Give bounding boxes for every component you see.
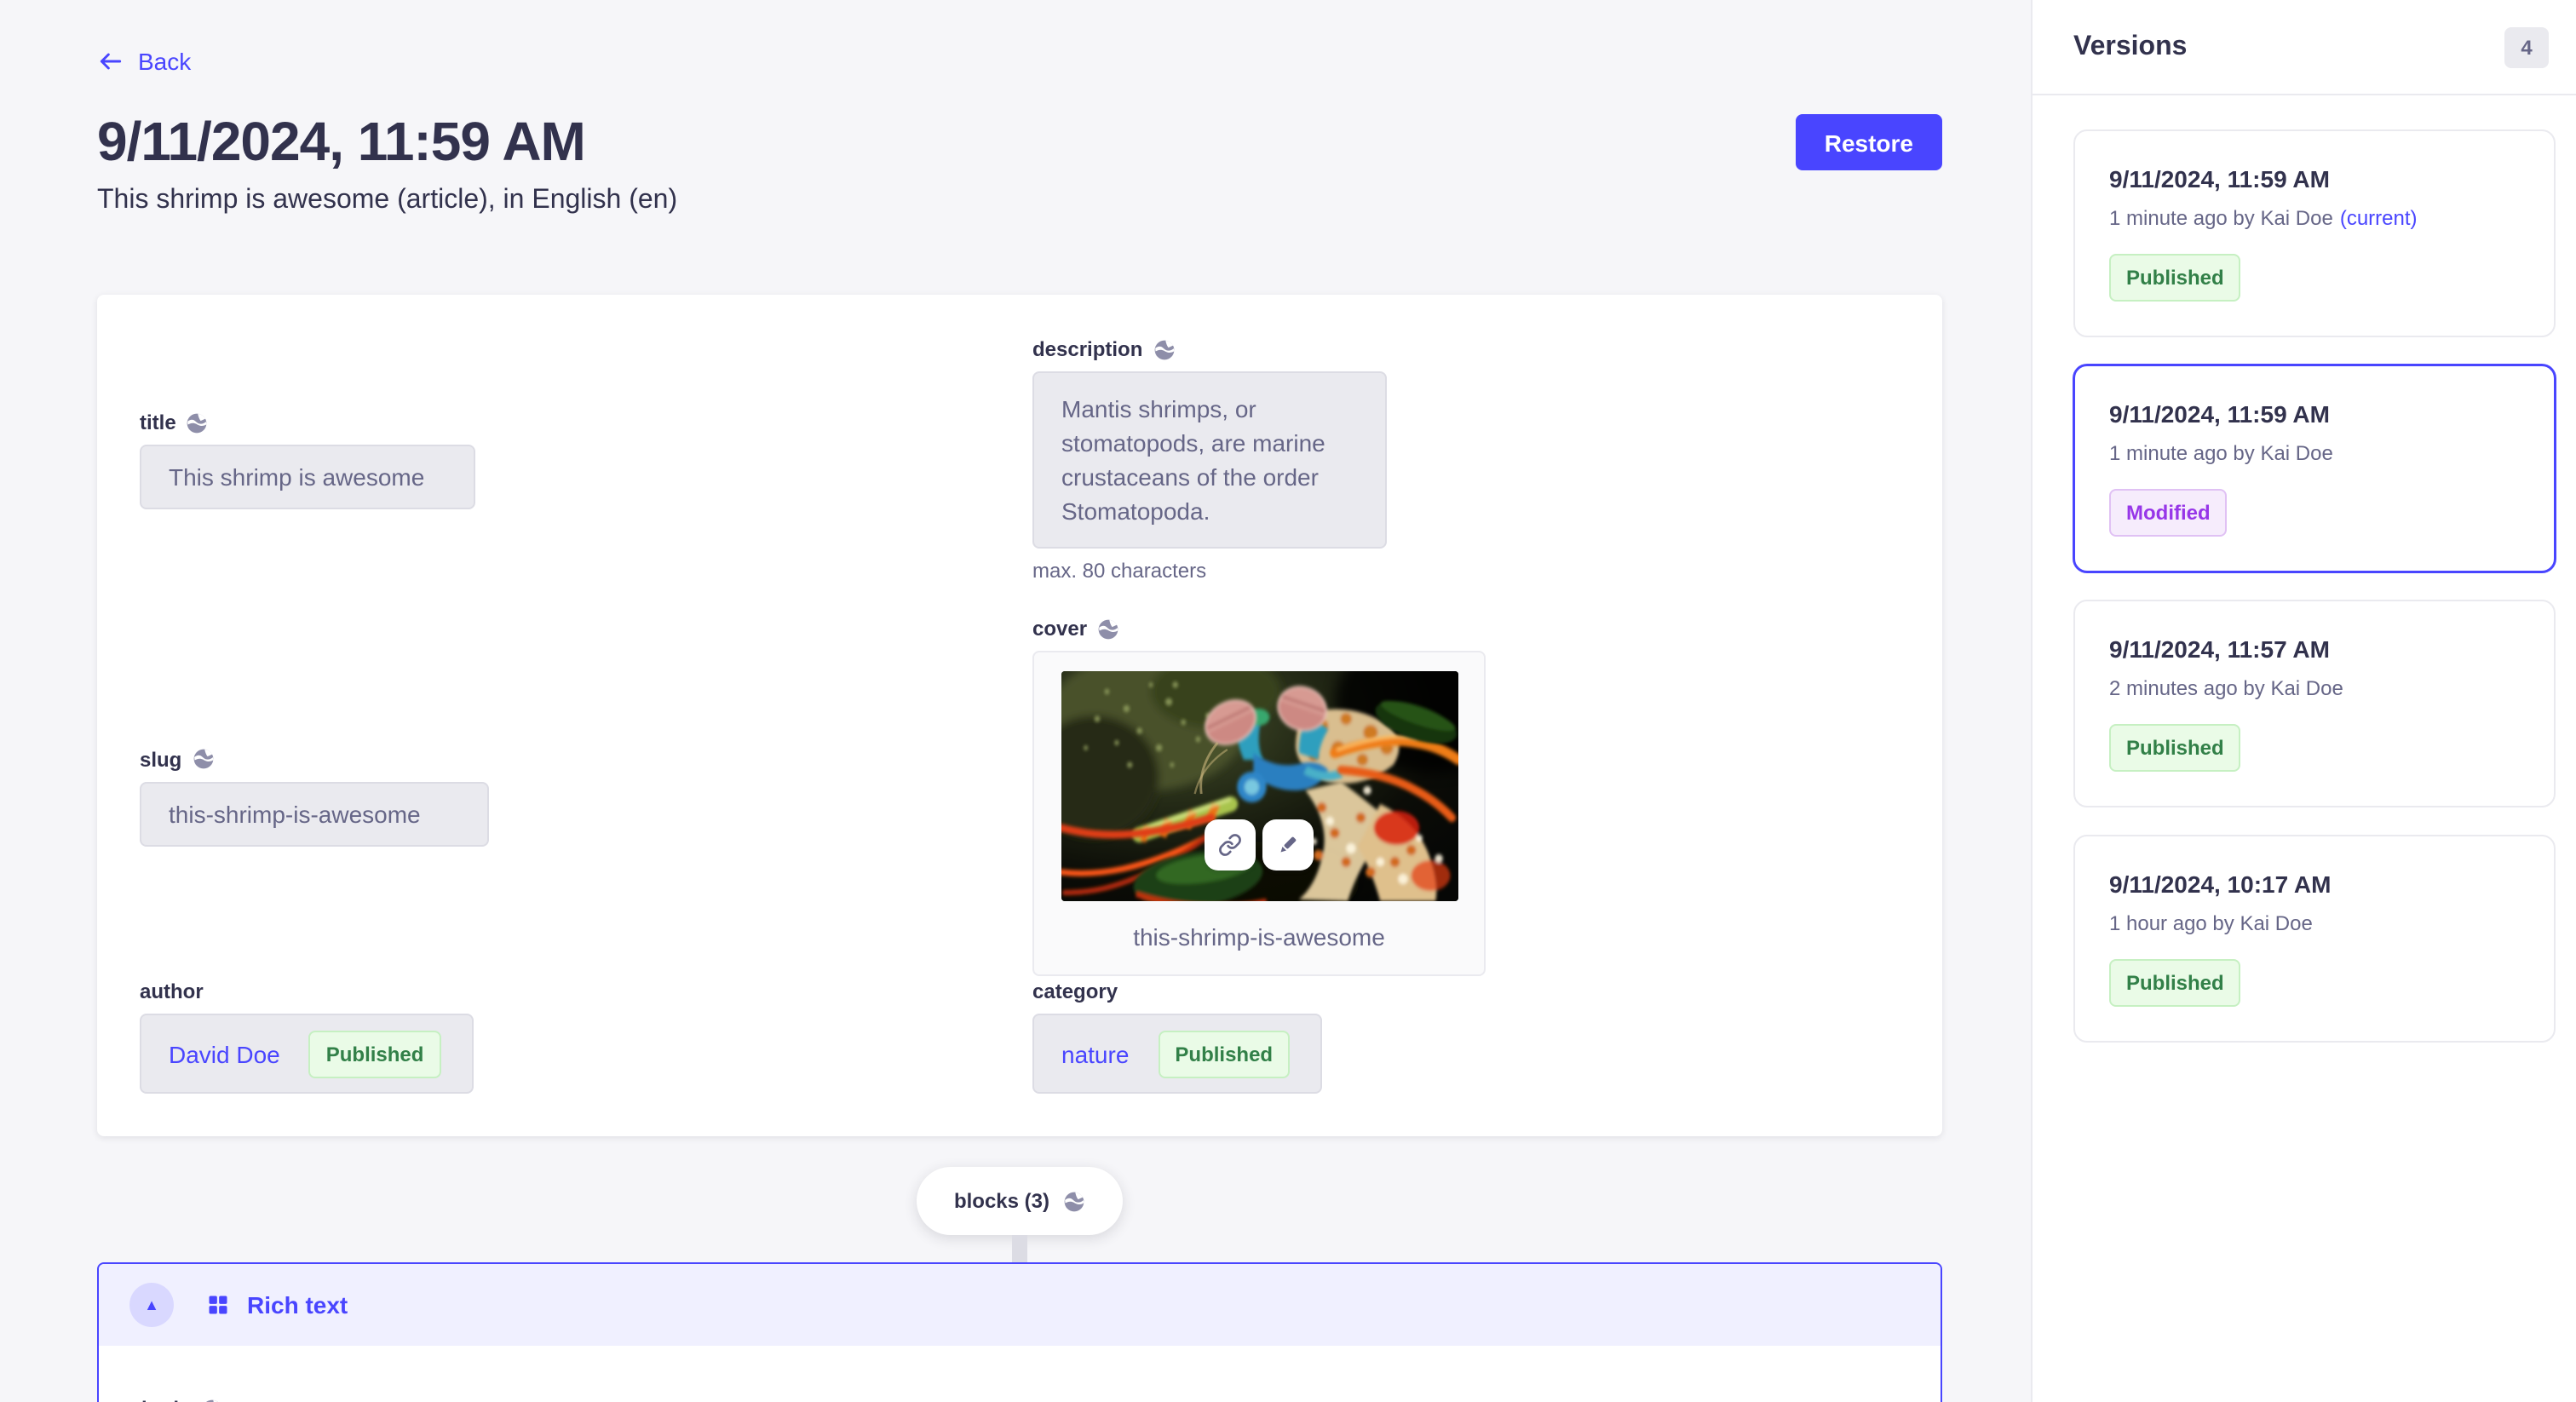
edit-asset-button[interactable] (1262, 819, 1314, 871)
category-label: category (1032, 980, 1118, 1003)
current-version-tag: (current) (2340, 206, 2418, 230)
description-textarea: Mantis shrimps, or stomatopods, are mari… (1032, 371, 1387, 549)
field-title: title This shrimp is awesome (140, 411, 1032, 509)
cover-image (1061, 671, 1458, 901)
author-relation: David Doe Published (140, 1014, 473, 1094)
category-status-badge: Published (1158, 1030, 1290, 1077)
version-card[interactable]: 9/11/2024, 10:17 AM 1 hour ago by Kai Do… (2073, 835, 2556, 1043)
versions-sidebar: Versions 4 9/11/2024, 11:59 AM 1 minute … (2031, 0, 2576, 1402)
rich-text-block: ▲ Rich text body (97, 1262, 1942, 1402)
chevron-up-icon: ▲ (144, 1297, 159, 1313)
versions-count-badge: 4 (2504, 26, 2549, 67)
field-description: description Mantis shrimps, or stomatopo… (1032, 337, 1900, 583)
version-meta: 1 minute ago by Kai Doe(current) (2109, 206, 2520, 230)
version-status-badge: Published (2109, 724, 2241, 772)
globe-icon (200, 1398, 222, 1402)
globe-icon (1063, 1190, 1085, 1212)
category-relation-link[interactable]: nature (1061, 1040, 1129, 1067)
field-category: category nature Published (1032, 980, 1900, 1094)
blocks-connector (1012, 1235, 1027, 1262)
globe-icon (1153, 338, 1175, 360)
link-icon (1218, 833, 1242, 857)
blocks-pill-label: blocks (3) (954, 1189, 1049, 1213)
version-timestamp: 9/11/2024, 10:17 AM (2109, 871, 2520, 898)
rich-text-block-body: body (99, 1346, 1941, 1402)
back-row: Back (97, 48, 1942, 83)
globe-icon (187, 411, 209, 434)
cover-asset-card: this-shrimp-is-awesome (1032, 651, 1486, 976)
version-card[interactable]: 9/11/2024, 11:57 AM 2 minutes ago by Kai… (2073, 600, 2556, 807)
page-title: 9/11/2024, 11:59 AM (97, 114, 677, 169)
back-label: Back (138, 48, 191, 75)
blocks-accordion-pill[interactable]: blocks (3) (917, 1167, 1123, 1235)
globe-icon (192, 748, 214, 770)
slug-label: slug (140, 747, 181, 771)
back-arrow-icon (97, 48, 124, 75)
page-subtitle: This shrimp is awesome (article), in Eng… (97, 186, 677, 216)
cover-label: cover (1032, 617, 1087, 641)
version-meta: 1 minute ago by Kai Doe (2109, 441, 2520, 465)
copy-link-button[interactable] (1205, 819, 1256, 871)
version-status-badge: Published (2109, 959, 2241, 1007)
collapse-toggle-button[interactable]: ▲ (129, 1283, 174, 1327)
body-label: body (141, 1397, 190, 1402)
back-link[interactable]: Back (97, 48, 191, 75)
globe-icon (1097, 618, 1119, 640)
version-timestamp: 9/11/2024, 11:57 AM (2109, 635, 2520, 663)
version-history-page: Back 9/11/2024, 11:59 AM This shrimp is … (0, 0, 2576, 1402)
fields-card: title This shrimp is awesome description (97, 295, 1942, 1136)
header-row: 9/11/2024, 11:59 AM This shrimp is aweso… (97, 114, 1942, 216)
blocks-grid-icon (206, 1293, 230, 1317)
cover-filename: this-shrimp-is-awesome (1034, 901, 1484, 974)
versions-header: Versions 4 (2033, 0, 2576, 95)
fields-row-1: title This shrimp is awesome description (140, 337, 1900, 583)
field-slug: slug this-shrimp-is-awesome (140, 747, 1032, 846)
version-card[interactable]: 9/11/2024, 11:59 AM 1 minute ago by Kai … (2073, 365, 2556, 572)
header-titles: 9/11/2024, 11:59 AM This shrimp is aweso… (97, 114, 677, 216)
version-timestamp: 9/11/2024, 11:59 AM (2109, 165, 2520, 192)
field-author: author David Doe Published (140, 980, 1032, 1094)
version-status-badge: Published (2109, 254, 2241, 302)
field-cover: cover (1032, 617, 1900, 976)
cover-actions (1205, 819, 1314, 871)
fields-row-2: slug this-shrimp-is-awesome cover (140, 617, 1900, 976)
author-label: author (140, 980, 204, 1003)
version-meta: 2 minutes ago by Kai Doe (2109, 676, 2520, 700)
author-status-badge: Published (309, 1030, 441, 1077)
pencil-icon (1276, 833, 1300, 857)
version-timestamp: 9/11/2024, 11:59 AM (2109, 400, 2520, 428)
title-input: This shrimp is awesome (140, 445, 475, 509)
author-relation-link[interactable]: David Doe (169, 1040, 280, 1067)
category-relation: nature Published (1032, 1014, 1322, 1094)
restore-button[interactable]: Restore (1796, 114, 1942, 170)
description-label: description (1032, 337, 1142, 361)
description-hint: max. 80 characters (1032, 559, 1900, 583)
rich-text-block-title: Rich text (247, 1291, 348, 1319)
fields-row-3: author David Doe Published category (140, 980, 1900, 1094)
version-card[interactable]: 9/11/2024, 11:59 AM 1 minute ago by Kai … (2073, 129, 2556, 337)
version-meta: 1 hour ago by Kai Doe (2109, 911, 2520, 935)
versions-list: 9/11/2024, 11:59 AM 1 minute ago by Kai … (2033, 95, 2576, 1070)
slug-input: this-shrimp-is-awesome (140, 781, 489, 846)
main-panel: Back 9/11/2024, 11:59 AM This shrimp is … (0, 0, 2031, 1402)
rich-text-block-header[interactable]: ▲ Rich text (99, 1264, 1941, 1346)
version-status-badge: Modified (2109, 489, 2228, 537)
versions-title: Versions (2073, 32, 2187, 62)
title-label: title (140, 411, 176, 434)
